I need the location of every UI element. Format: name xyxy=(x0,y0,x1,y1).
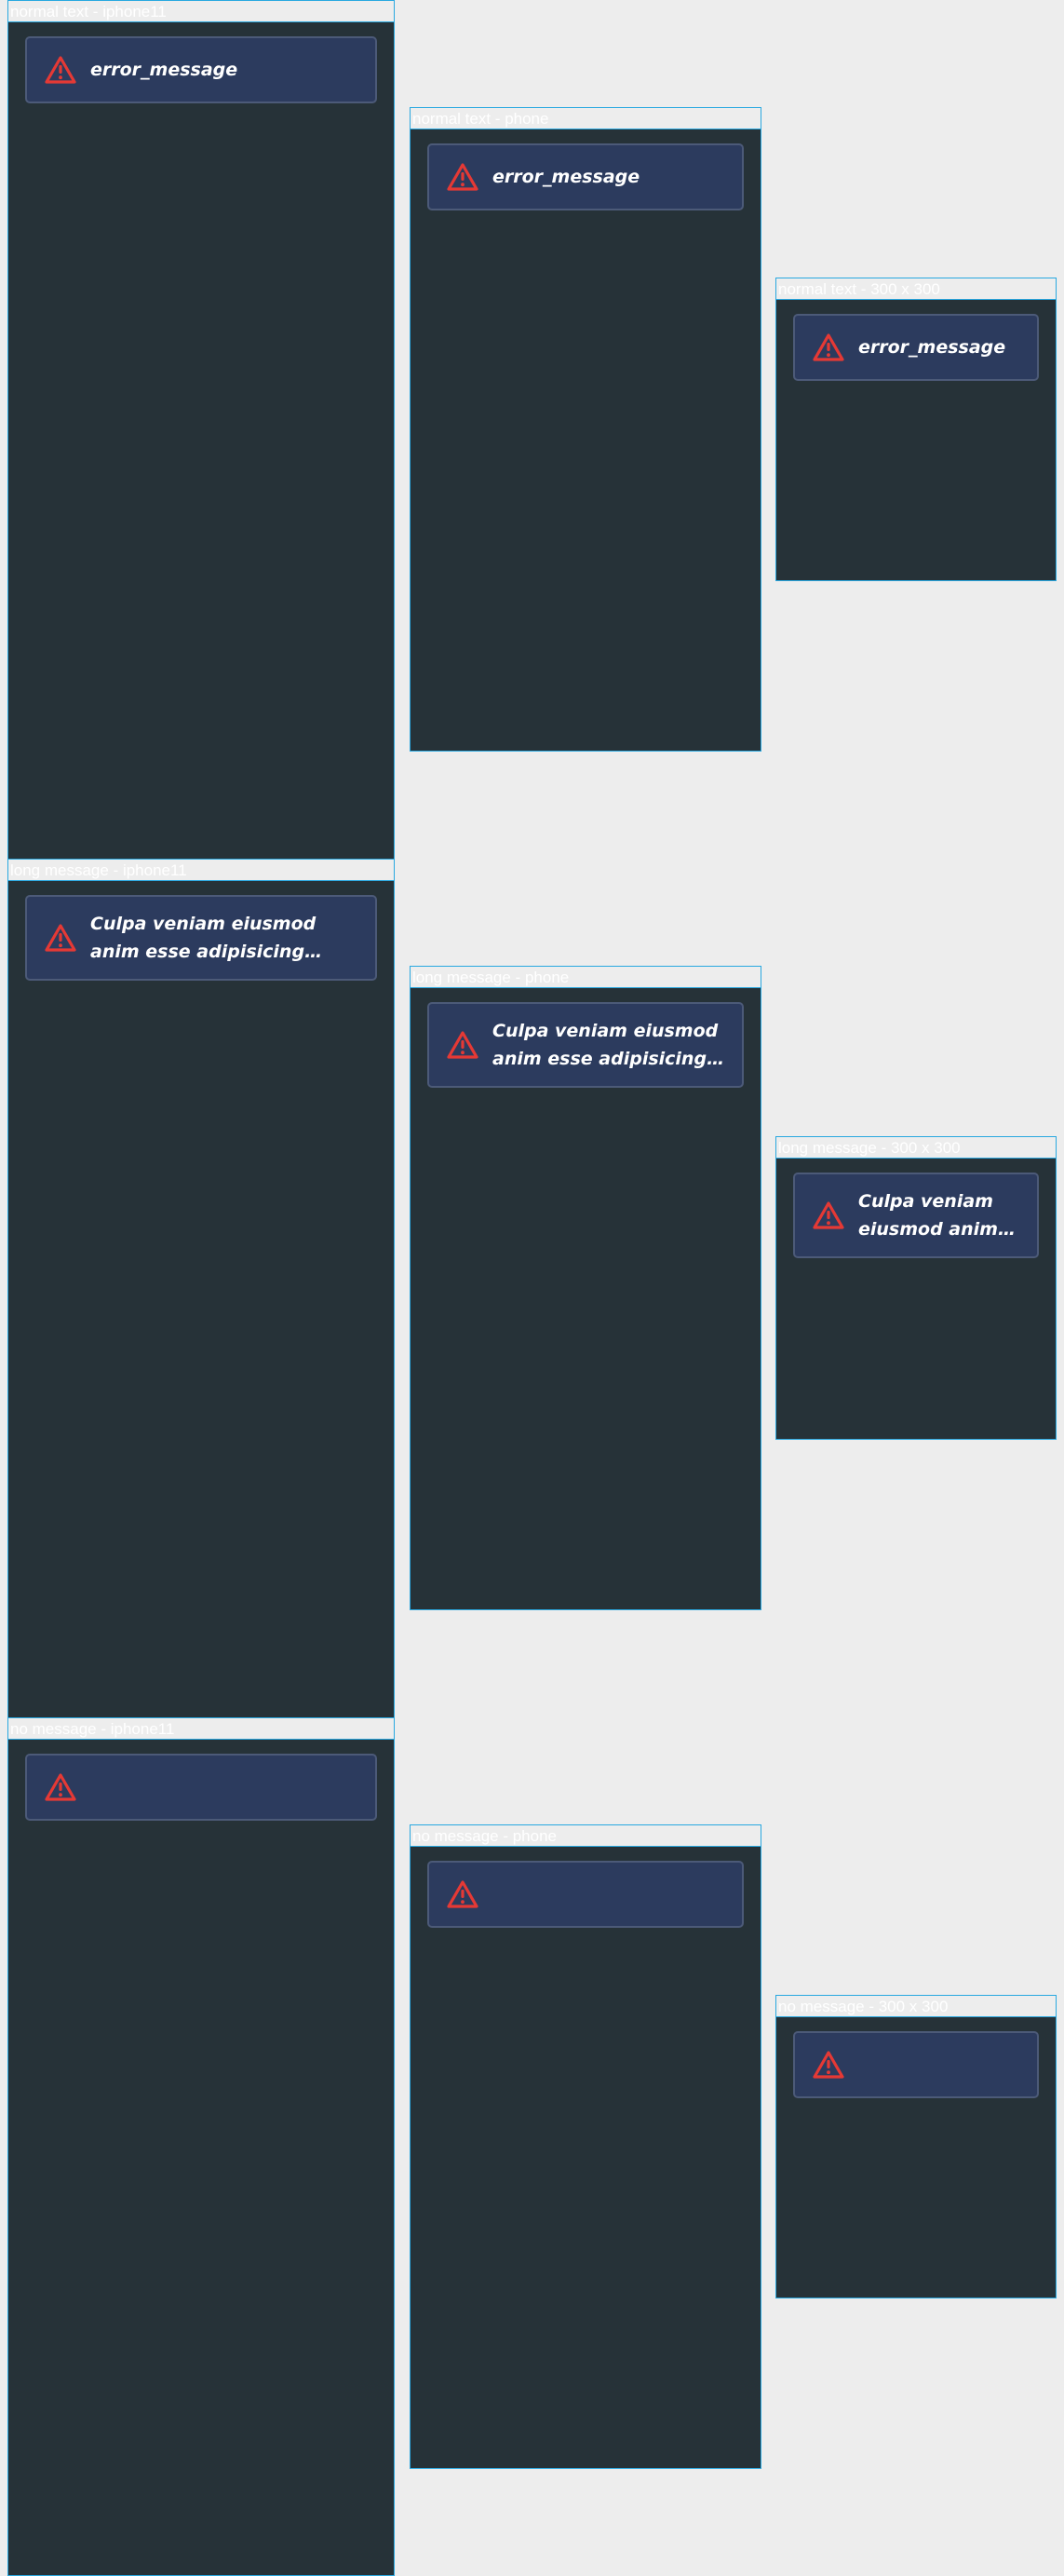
frame-label: normal text - phone xyxy=(411,108,761,129)
frame-none-phone: no message - phone xyxy=(410,1824,761,2469)
error-message-box: error_message xyxy=(25,36,377,103)
error-message-text: Culpa veniam eiusmod anim ess... xyxy=(858,1191,998,1240)
error-message-box: error_message xyxy=(427,143,744,210)
error-message-box xyxy=(25,1754,377,1821)
frame-label: normal text - iphone11 xyxy=(8,1,394,22)
frame-label: normal text - 300 x 300 xyxy=(776,278,1056,300)
error-message-text: error_message xyxy=(90,60,238,80)
error-message-box xyxy=(793,2031,1039,2098)
warning-triangle-icon xyxy=(45,924,76,952)
warning-triangle-icon xyxy=(813,2051,844,2079)
warning-triangle-icon xyxy=(45,56,76,84)
error-message-text: Culpa veniam eiusmod anim esse adipisici… xyxy=(90,914,317,962)
frame-long-phone: long message - phone Culpa veniam eiusmo… xyxy=(410,966,761,1610)
error-message-box xyxy=(427,1861,744,1928)
frame-none-iphone11: no message - iphone11 xyxy=(7,1717,395,2576)
frame-normal-iphone11: normal text - iphone11 error_message xyxy=(7,0,395,860)
frame-label: long message - phone xyxy=(411,967,761,988)
warning-triangle-icon xyxy=(45,1773,76,1801)
frame-normal-300: normal text - 300 x 300 error_message xyxy=(775,278,1057,581)
warning-triangle-icon xyxy=(813,333,844,361)
frame-label: no message - iphone11 xyxy=(8,1718,394,1740)
frame-long-300: long message - 300 x 300 Culpa veniam ei… xyxy=(775,1136,1057,1440)
frame-long-iphone11: long message - iphone11 Culpa veniam eiu… xyxy=(7,859,395,1718)
warning-triangle-icon xyxy=(447,1031,478,1059)
frame-normal-phone: normal text - phone error_message xyxy=(410,107,761,752)
frame-label: long message - iphone11 xyxy=(8,860,394,881)
warning-triangle-icon xyxy=(813,1201,844,1229)
frame-label: long message - 300 x 300 xyxy=(776,1137,1056,1159)
error-message-text: error_message xyxy=(492,167,640,187)
frame-label: no message - phone xyxy=(411,1825,761,1847)
frame-label: no message - 300 x 300 xyxy=(776,1996,1056,2017)
error-message-box: Culpa veniam eiusmod anim esse adipisici… xyxy=(25,895,377,981)
error-message-text: error_message xyxy=(858,337,1006,358)
warning-triangle-icon xyxy=(447,1880,478,1908)
error-message-box: Culpa veniam eiusmod anim ess... xyxy=(793,1173,1039,1258)
frame-none-300: no message - 300 x 300 xyxy=(775,1995,1057,2298)
error-message-box: error_message xyxy=(793,314,1039,381)
warning-triangle-icon xyxy=(447,163,478,191)
error-message-box: Culpa veniam eiusmod anim esse adipisici… xyxy=(427,1002,744,1088)
error-message-text: Culpa veniam eiusmod anim esse adipisici… xyxy=(492,1021,719,1069)
